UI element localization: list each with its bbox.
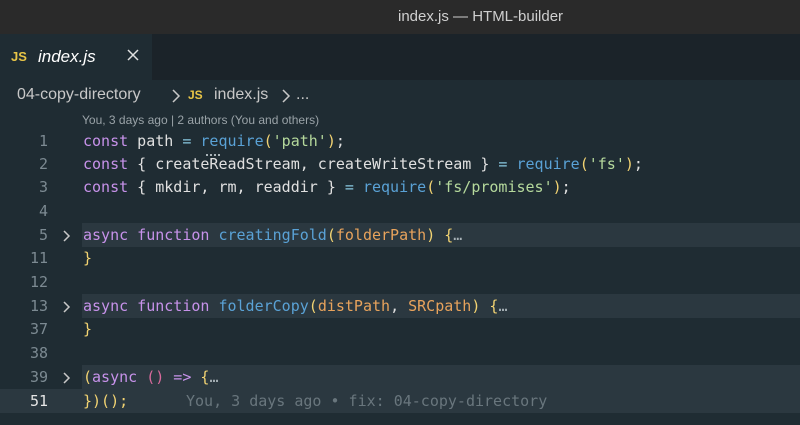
codelens-blame[interactable]: You, 3 days ago | 2 authors (You and oth… (82, 113, 319, 127)
code-line[interactable]: 2 const { createReadStream, createWriteS… (0, 152, 800, 176)
code-text: } (83, 320, 93, 338)
breadcrumb-folder[interactable]: 04-copy-directory (17, 86, 141, 104)
line-number: 3 (38, 178, 48, 196)
line-number: 12 (29, 273, 48, 291)
folded-ellipsis: … (453, 226, 463, 244)
code-line[interactable]: 1 const path = require('path'); (0, 129, 800, 153)
folded-ellipsis: … (209, 368, 219, 386)
line-number: 51 (29, 392, 48, 410)
code-text: (async () => {… (83, 368, 219, 386)
line-number: 2 (38, 155, 48, 173)
javascript-file-icon: JS (188, 88, 203, 102)
line-number: 38 (29, 344, 48, 362)
code-line[interactable]: 12 (0, 270, 800, 294)
chevron-right-icon (282, 89, 291, 103)
chevron-right-icon[interactable] (62, 230, 72, 242)
code-text: async function folderCopy(distPath, SRCp… (83, 297, 508, 315)
breadcrumb-more[interactable]: ... (296, 86, 309, 104)
chevron-right-icon[interactable] (62, 372, 72, 384)
code-line-folded[interactable]: 39 (async () => {… (0, 365, 800, 389)
code-text: async function creatingFold(folderPath) … (83, 226, 463, 244)
chevron-right-icon[interactable] (62, 301, 72, 313)
code-text: const { mkdir, rm, readdir } = require('… (83, 178, 571, 196)
line-number: 11 (29, 249, 48, 267)
tab-label: index.js (38, 47, 96, 66)
code-text: const { createReadStream, createWriteStr… (83, 155, 643, 173)
line-number: 4 (38, 202, 48, 220)
code-text: const path = require('path'); (83, 132, 345, 150)
code-text: } (83, 249, 93, 267)
line-number: 39 (29, 368, 48, 386)
code-line-folded[interactable]: 13 async function folderCopy(distPath, S… (0, 294, 800, 318)
javascript-file-icon: JS (11, 49, 27, 64)
code-editor[interactable]: You, 3 days ago | 2 authors (You and oth… (0, 110, 800, 425)
folded-ellipsis: … (498, 297, 508, 315)
code-line[interactable]: 37 } (0, 317, 800, 341)
code-line[interactable]: 38 (0, 341, 800, 365)
breadcrumb-file[interactable]: index.js (214, 86, 268, 104)
title-bar: index.js — HTML-builder (0, 0, 800, 34)
line-number: 1 (38, 132, 48, 150)
chevron-right-icon (172, 89, 181, 103)
line-number: 37 (29, 320, 48, 338)
inline-blame: You, 3 days ago • fix: 04-copy-directory (186, 392, 548, 410)
breadcrumb: 04-copy-directory JS index.js ... (0, 80, 800, 110)
tab-index-js[interactable]: JS index.js (0, 34, 152, 80)
close-icon[interactable] (124, 46, 142, 64)
line-number: 13 (29, 297, 48, 315)
code-text: })(); (83, 392, 129, 410)
tab-bar: JS index.js (0, 34, 800, 80)
code-line[interactable]: 3 const { mkdir, rm, readdir } = require… (0, 175, 800, 199)
line-number: 5 (38, 226, 48, 244)
code-line-current[interactable]: 51 })(); You, 3 days ago • fix: 04-copy-… (0, 389, 800, 413)
code-line[interactable]: 11 } (0, 246, 800, 270)
code-line[interactable]: 4 (0, 199, 800, 223)
window-title: index.js — HTML-builder (398, 8, 564, 25)
code-line-folded[interactable]: 5 async function creatingFold(folderPath… (0, 223, 800, 247)
